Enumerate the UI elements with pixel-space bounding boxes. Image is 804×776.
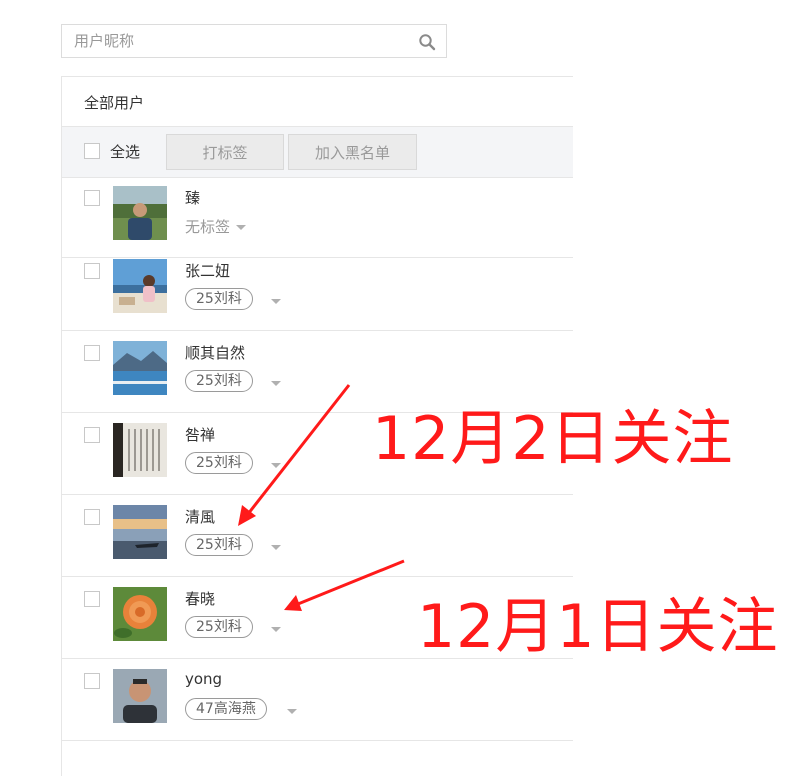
arrow-icon [284,559,405,611]
arrow-icon [238,384,351,526]
annotation-arrows [238,384,405,611]
